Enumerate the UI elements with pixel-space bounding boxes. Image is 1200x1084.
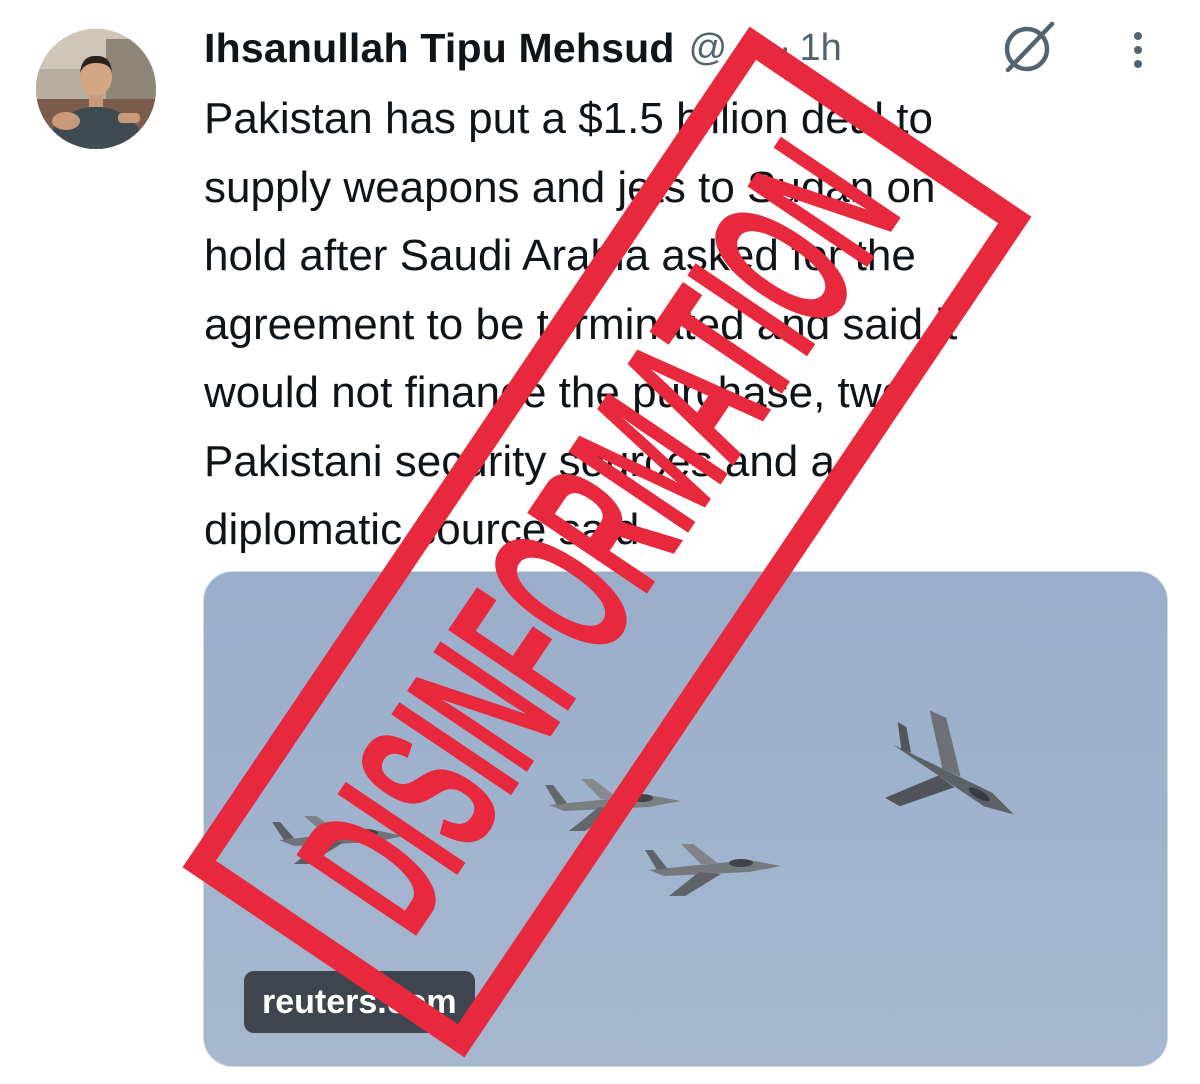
more-vertical-icon[interactable] (1126, 26, 1150, 74)
tweet: Ihsanullah Tipu Mehsud @... · 1h Pakista… (0, 0, 1200, 1084)
tweet-header: Ihsanullah Tipu Mehsud @... · 1h (204, 18, 842, 78)
author-display-name[interactable]: Ihsanullah Tipu Mehsud (204, 25, 675, 72)
avatar-photo-icon (36, 29, 156, 149)
tweet-text-line: would not finance the purchase, two (204, 368, 907, 417)
media-source-badge[interactable]: reuters.com (244, 971, 475, 1033)
author-handle[interactable]: @... (689, 27, 759, 70)
tweet-text-line: Pakistani security sources and a (204, 436, 835, 486)
tweet-text-line: supply weapons and jets to Sudan on (204, 162, 936, 212)
media-card[interactable]: reuters.com (203, 571, 1168, 1067)
tweet-text-line: agreement to be terminated and said it (204, 299, 958, 349)
tweet-timestamp[interactable]: 1h (800, 27, 842, 70)
header-separator: · (778, 26, 792, 69)
grok-icon[interactable] (1000, 18, 1058, 76)
tweet-text-line: hold after Saudi Arabia asked for the (204, 231, 916, 280)
tweet-text-line: diplomatic source said. (204, 505, 652, 554)
author-avatar[interactable] (36, 29, 156, 149)
tweet-text-line: Pakistan has put a $1.5 billion deal to (204, 94, 933, 143)
tweet-text: Pakistan has put a $1.5 billion deal to … (204, 85, 1144, 565)
